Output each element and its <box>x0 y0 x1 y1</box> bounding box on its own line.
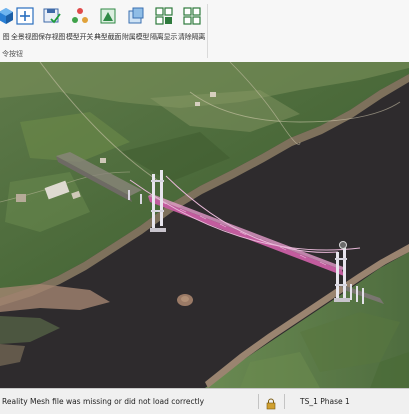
fit-view-icon <box>15 6 35 26</box>
toolbar-button-section[interactable]: 典型截面 <box>94 6 121 44</box>
save-view-icon <box>42 6 62 26</box>
3d-viewport[interactable] <box>0 62 409 388</box>
navigation-target-marker[interactable] <box>339 241 347 249</box>
isolate-icon <box>154 6 174 26</box>
toolbar-label: 图 <box>2 33 10 41</box>
toolbar-label: 保存视图 <box>38 33 66 41</box>
ribbon-toolbar: 图 全景视图 保存视图 模型开关 典型截面 附属模型 隔离显示 清除隔离 令按钮 <box>0 0 409 63</box>
toolbar-button-clear-isolate[interactable]: 清除隔离 <box>178 6 205 44</box>
lock-icon[interactable] <box>265 395 277 410</box>
toolbar-button-attached-model[interactable]: 附属模型 <box>122 6 149 44</box>
toolbar-button-model-toggle[interactable]: 模型开关 <box>66 6 93 44</box>
model-toggle-icon <box>70 6 90 26</box>
toolbar-label: 附属模型 <box>122 33 150 41</box>
toolbar-label: 典型截面 <box>94 33 122 41</box>
status-stage[interactable]: TS_1 Phase 1 <box>300 397 350 406</box>
toolbar-button-fit-view[interactable]: 全景视图 <box>11 6 38 44</box>
toolbar-label: 模型开关 <box>66 33 94 41</box>
status-bar: Reality Mesh file was missing or did not… <box>0 388 409 414</box>
section-icon <box>98 6 118 26</box>
ribbon-separator <box>207 4 208 58</box>
status-divider <box>258 394 259 409</box>
toolbar-label: 全景视图 <box>11 33 39 41</box>
toolbar-label: 清除隔离 <box>178 33 206 41</box>
toolbar-label: 隔离显示 <box>150 33 178 41</box>
ribbon-group-label: 令按钮 <box>2 50 23 58</box>
toolbar-button-isolate[interactable]: 隔离显示 <box>150 6 177 44</box>
reality-mesh-scene <box>0 62 409 388</box>
clear-isolate-icon <box>182 6 202 26</box>
toolbar-button-save-view[interactable]: 保存视图 <box>38 6 65 44</box>
attached-model-icon <box>126 6 146 26</box>
status-divider <box>284 394 285 409</box>
status-message: Reality Mesh file was missing or did not… <box>2 397 205 406</box>
